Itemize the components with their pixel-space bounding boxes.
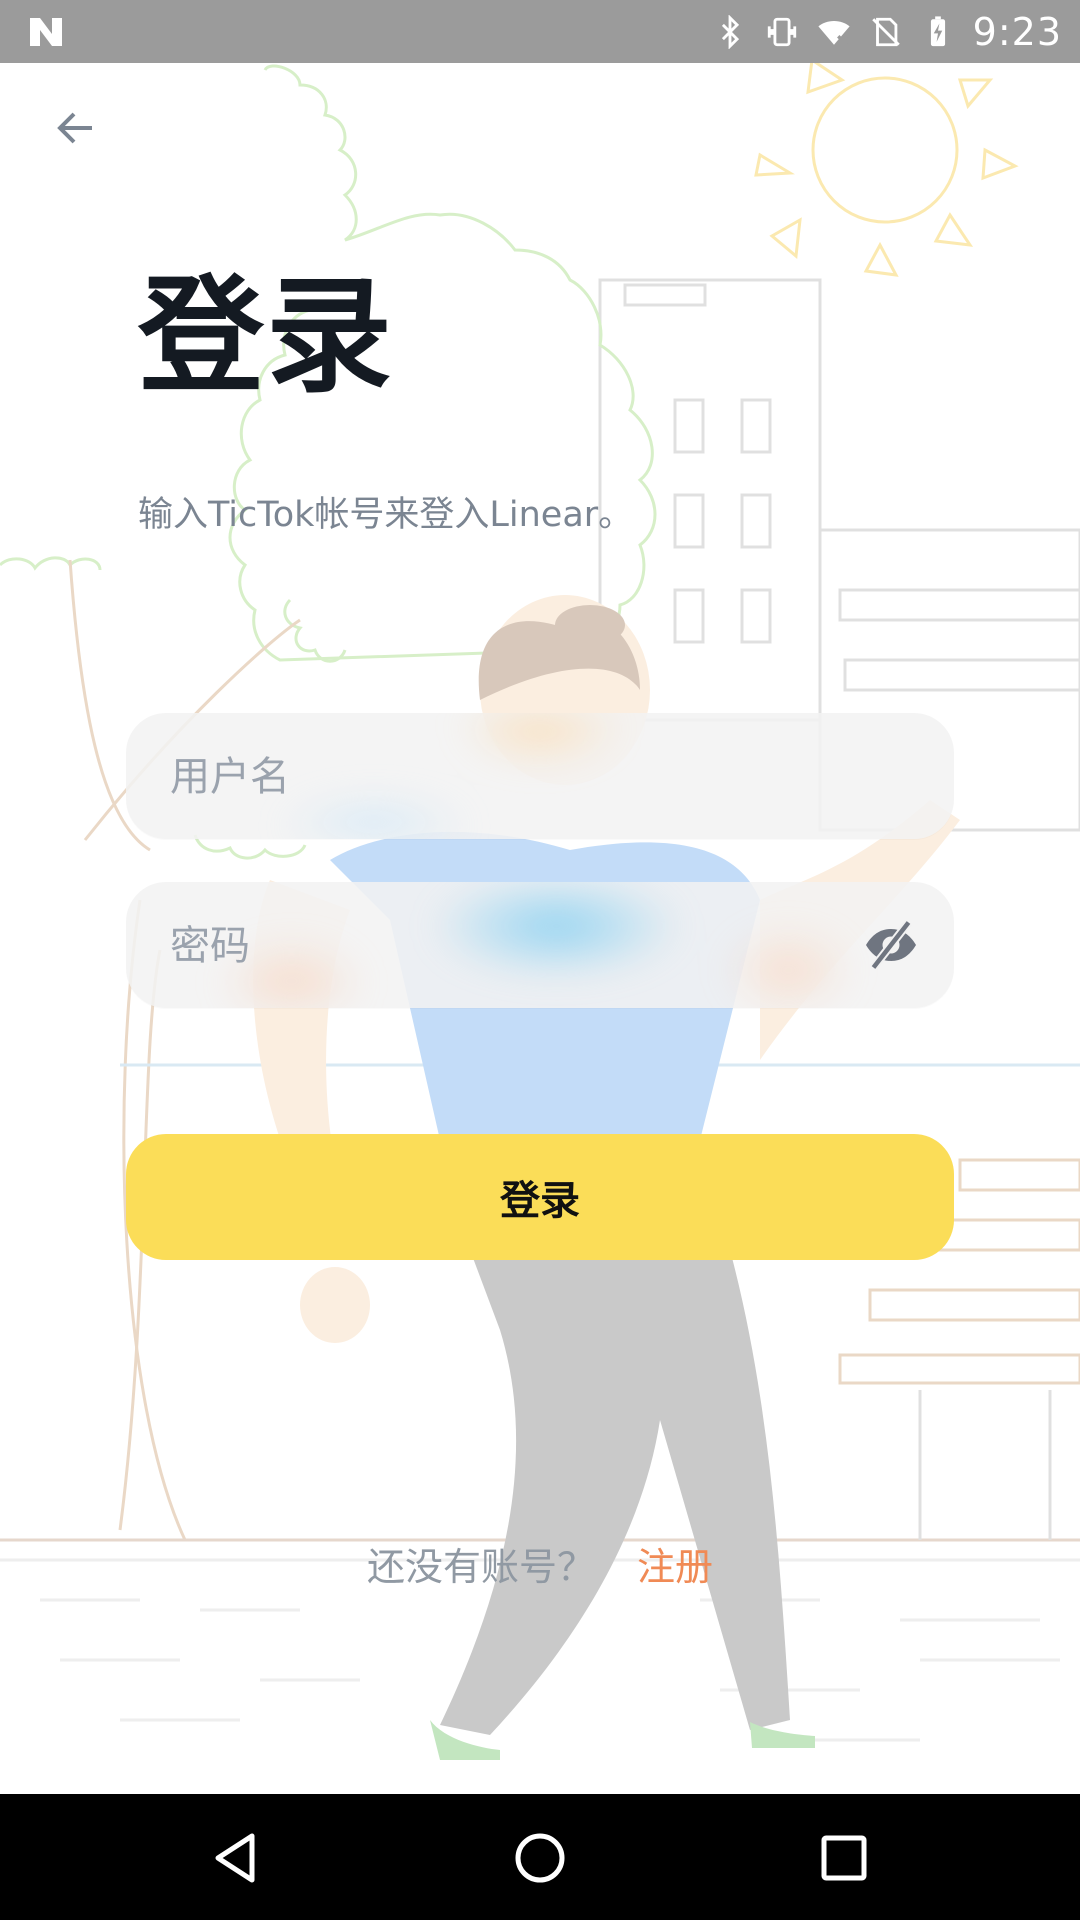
- notification-n-icon: [30, 18, 62, 46]
- password-input[interactable]: [168, 882, 832, 1008]
- wifi-off-icon: [818, 20, 850, 46]
- status-bar: 9:23: [0, 0, 1080, 63]
- login-button[interactable]: 登录: [126, 1134, 954, 1260]
- signup-prompt: 还没有账号？: [366, 1545, 595, 1589]
- sun-illustration: [754, 63, 1019, 277]
- bluetooth-icon: [721, 14, 739, 49]
- signup-link[interactable]: 注册: [637, 1545, 713, 1589]
- arrow-left-icon: [57, 112, 92, 144]
- page-subtitle: 输入TicTok帐号来登入Linear。: [138, 495, 634, 535]
- signup-row: 还没有账号？ 注册: [0, 1536, 1080, 1591]
- no-sim-icon: [871, 17, 900, 46]
- vibrate-icon: [767, 17, 796, 46]
- status-time: 9:23: [972, 9, 1062, 54]
- back-button[interactable]: [44, 96, 108, 160]
- status-icons: 9:23: [713, 0, 1062, 63]
- battery-charging-icon: [930, 15, 945, 46]
- nav-home-icon[interactable]: [504, 1822, 576, 1894]
- eye-off-icon: [866, 919, 916, 971]
- nav-back-icon[interactable]: [200, 1822, 272, 1894]
- navigation-bar: [0, 1794, 1080, 1920]
- username-input[interactable]: [168, 713, 832, 839]
- password-field: [126, 882, 954, 1008]
- page-title: 登录: [138, 263, 394, 410]
- nav-recents-icon[interactable]: [808, 1822, 880, 1894]
- username-field: [126, 713, 954, 839]
- password-visibility-toggle[interactable]: [858, 912, 924, 978]
